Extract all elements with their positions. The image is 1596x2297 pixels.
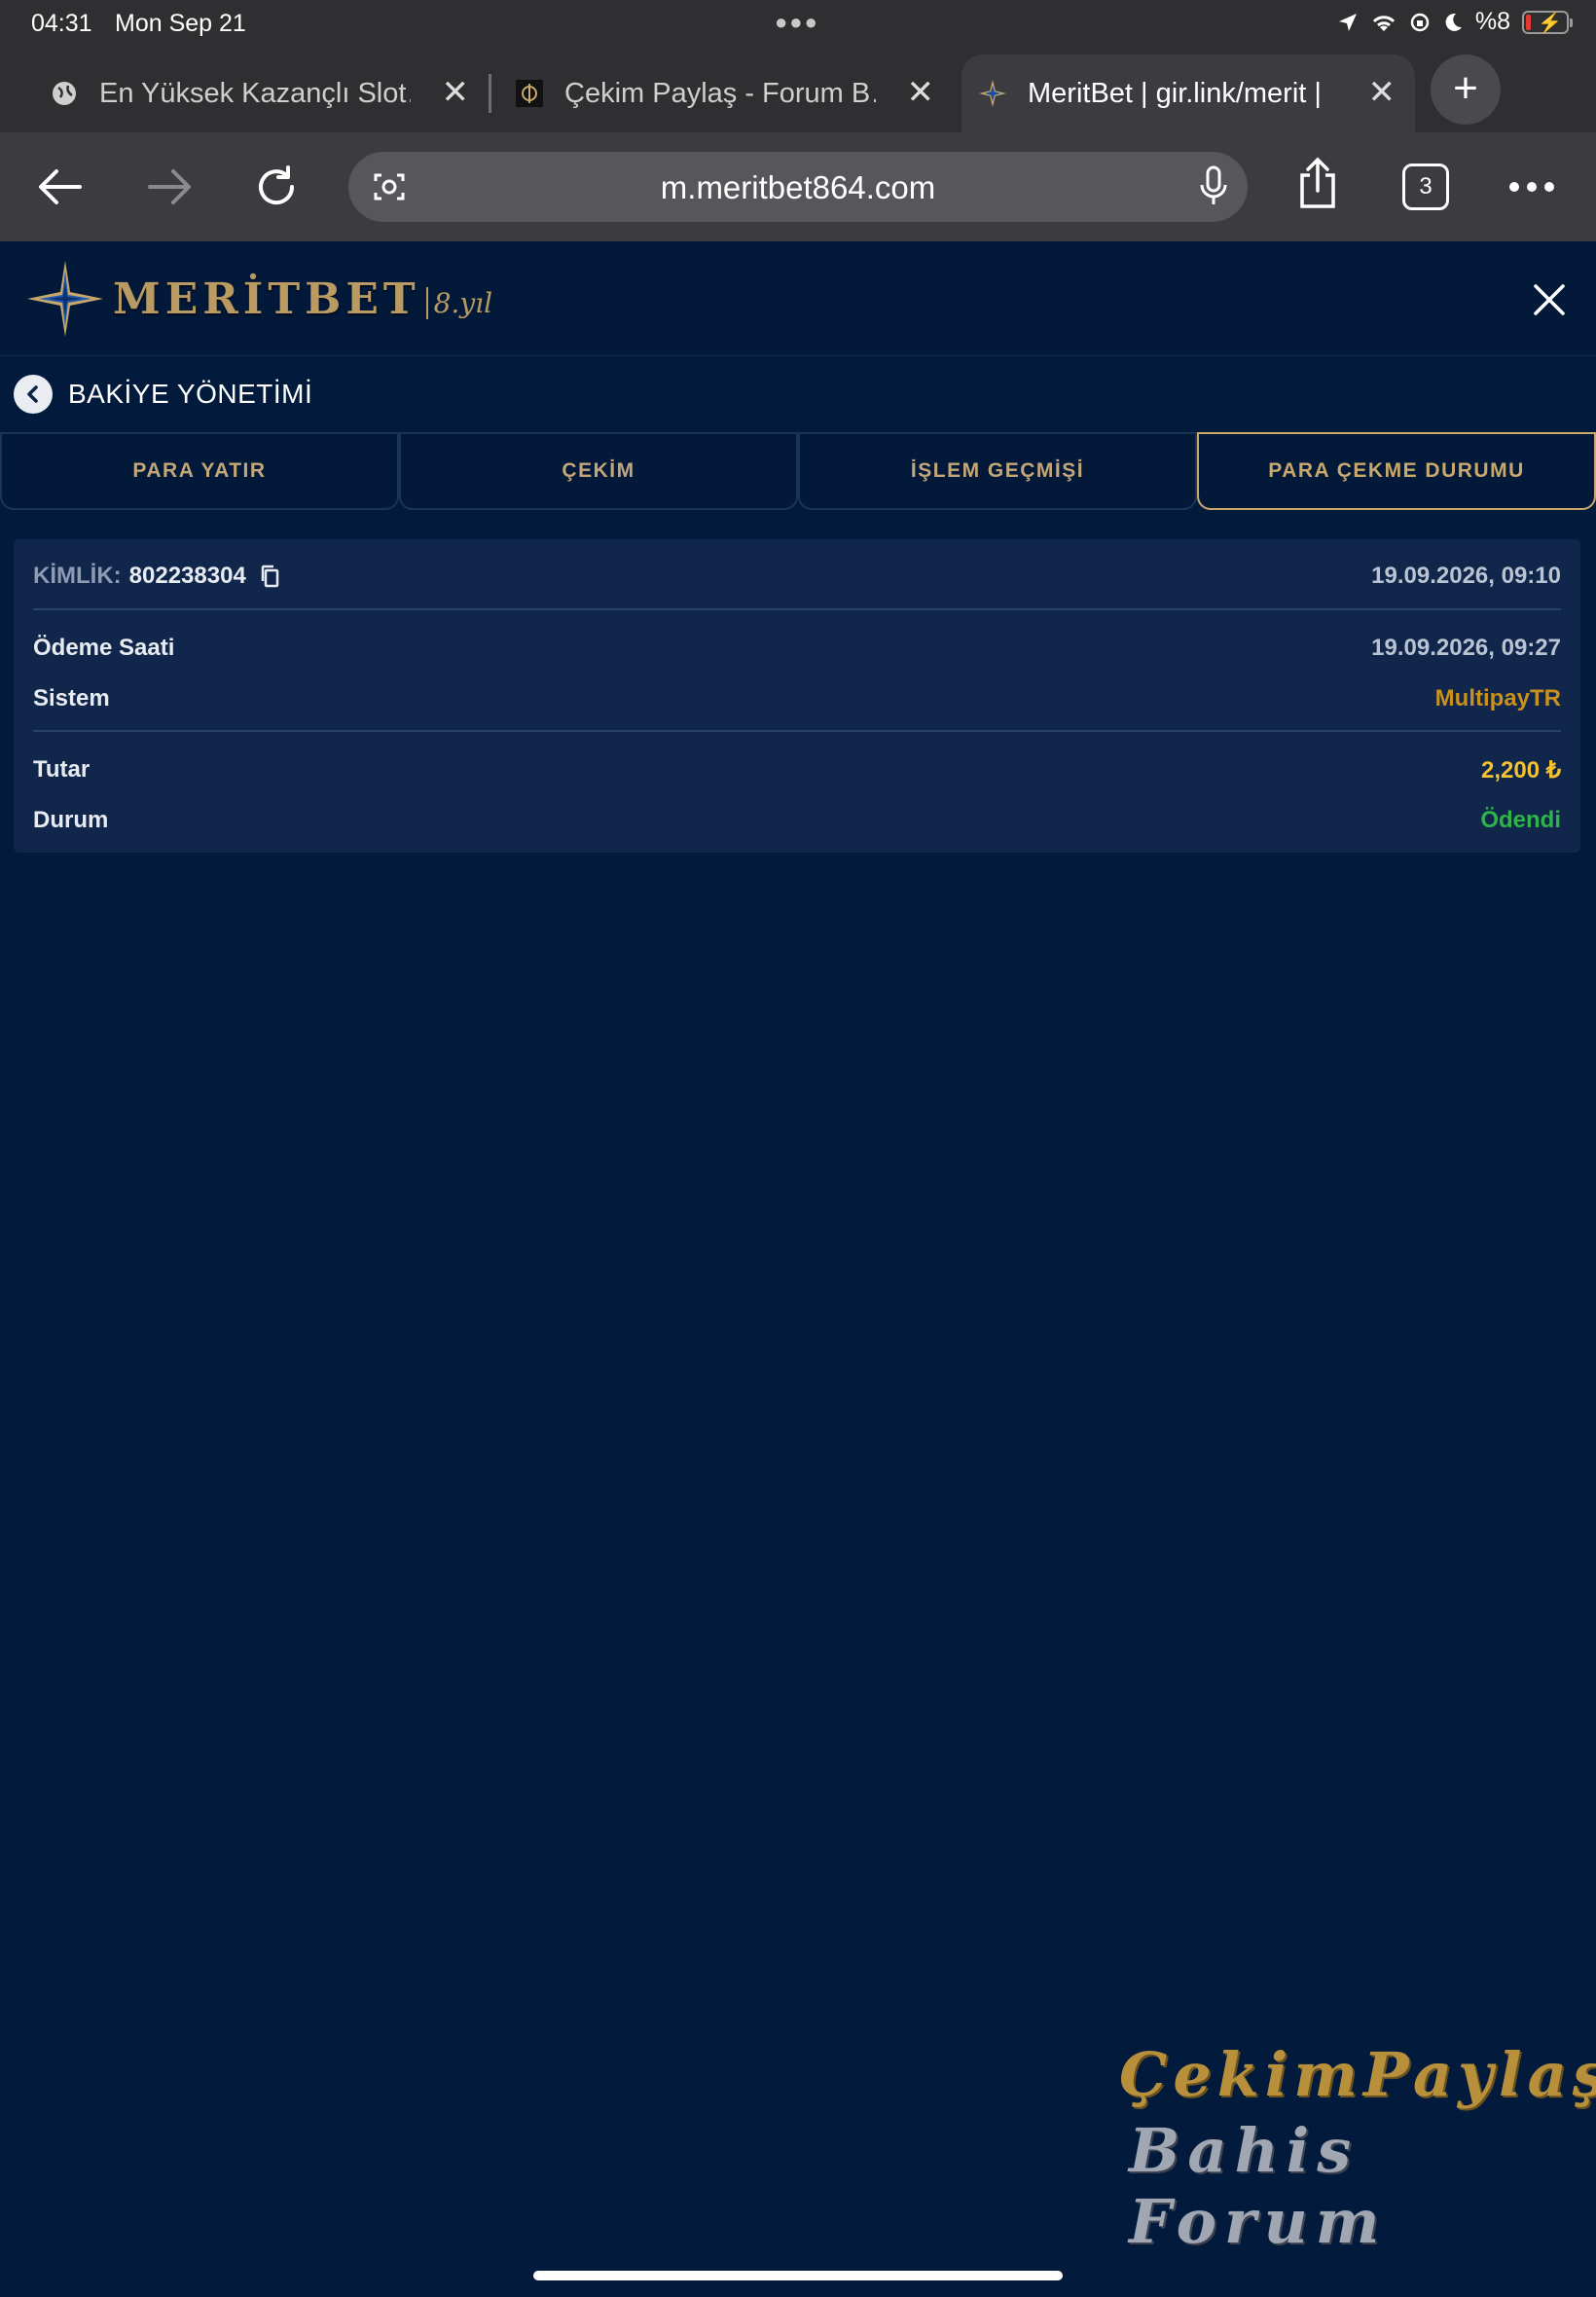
browser-tab-1[interactable]: En Yüksek Kazançlı Slot… ✕ [51,55,469,132]
payment-time-row: Ödeme Saati 19.09.2026, 09:27 [33,629,1561,668]
page-title: BAKİYE YÖNETİMİ [68,379,313,409]
watermark-line-1: ÇekimPaylaş [1119,2039,1596,2110]
close-icon[interactable] [1530,280,1569,319]
close-tab-icon[interactable]: ✕ [1368,76,1396,109]
forum-favicon [516,80,543,107]
battery-icon: ⚡ [1522,10,1573,34]
created-datetime: 19.09.2026, 09:10 [1371,563,1561,589]
payment-time-value: 19.09.2026, 09:27 [1371,635,1561,661]
meritbet-logo[interactable]: MERİTBET 8.yıl [27,261,492,337]
amount-row: Tutar 2,200 ₺ [33,750,1561,789]
home-indicator[interactable] [533,2271,1063,2280]
system-row: Sistem MultipayTR [33,679,1561,718]
system-value: MultipayTR [1434,685,1561,711]
amount-value: 2,200 ₺ [1481,756,1561,784]
status-date: Mon Sep 21 [115,10,246,37]
browser-tab-3-active[interactable]: MeritBet | gir.link/merit | ✕ [961,55,1415,132]
id-label: KİMLİK: [33,563,122,589]
record-id-row: KİMLİK: 802238304 19.09.2026, 09:10 [33,557,1561,596]
meritbet-favicon [979,80,1006,107]
share-icon[interactable] [1292,157,1343,208]
reload-icon[interactable] [251,162,302,212]
compass-star-icon [27,261,103,337]
divider [33,608,1561,610]
url-text: m.meritbet864.com [660,169,936,205]
new-tab-button[interactable]: + [1431,55,1501,125]
amount-label: Tutar [33,756,91,783]
status-value: Ödendi [1480,807,1561,833]
battery-percent: %8 [1474,8,1510,35]
id-value: 802238304 [128,563,246,589]
watermark-line-2: Bahis Forum [1129,2115,1388,2257]
browser-tab-2[interactable]: Çekim Paylaş - Forum B… ✕ [516,55,934,132]
tab-para-yatir[interactable]: PARA YATIR [0,432,399,510]
address-bar[interactable]: m.meritbet864.com [348,152,1248,222]
back-chevron-icon[interactable] [14,375,53,414]
tab-separator [489,74,491,113]
browser-tab-title: En Yüksek Kazançlı Slot… [99,77,411,109]
withdrawal-status-card: KİMLİK: 802238304 19.09.2026, 09:10 Ödem… [14,539,1580,853]
browser-tab-title: Çekim Paylaş - Forum B… [564,77,876,109]
status-bar: 04:31 Mon Sep 21 ●●● %8 ⚡ [0,0,1596,49]
orientation-lock-icon [1410,13,1430,31]
browser-tab-title: MeritBet | gir.link/merit | [1028,77,1322,109]
tab-islem-gecmisi[interactable]: İŞLEM GEÇMİŞİ [798,432,1197,510]
divider [33,730,1561,732]
more-options-icon[interactable] [1506,162,1557,212]
close-tab-icon[interactable]: ✕ [907,76,935,109]
status-time: 04:31 [31,10,92,37]
logo-wordmark: MERİTBET [113,273,420,324]
balance-tabs: PARA YATIR ÇEKİM İŞLEM GEÇMİŞİ PARA ÇEKM… [0,432,1596,510]
globe-icon [51,80,78,107]
status-icons: %8 ⚡ [1337,8,1573,36]
browser-toolbar: m.meritbet864.com 3 [0,132,1596,241]
moon-icon [1445,13,1462,31]
tab-count-button[interactable]: 3 [1402,164,1449,210]
close-tab-icon[interactable]: ✕ [442,76,470,109]
watermark-logo: ÇekimPaylaş Bahis Forum [1109,2039,1596,2257]
copy-icon[interactable] [260,565,281,588]
status-row: Durum Ödendi [33,801,1561,840]
tab-cekim[interactable]: ÇEKİM [399,432,798,510]
status-label: Durum [33,807,109,833]
tab-para-cekme-durumu[interactable]: PARA ÇEKME DURUMU [1197,432,1596,510]
payment-time-label: Ödeme Saati [33,635,175,661]
site-header: MERİTBET 8.yıl [0,241,1596,356]
page-title-bar: BAKİYE YÖNETİMİ [14,375,312,414]
browser-tab-strip: En Yüksek Kazançlı Slot… ✕ Çekim Paylaş … [0,49,1596,132]
microphone-icon[interactable] [1199,165,1228,213]
back-arrow-icon[interactable] [35,162,86,212]
wifi-icon [1372,15,1395,31]
logo-year: 8.yıl [425,286,492,319]
forward-arrow-icon[interactable] [144,162,195,212]
system-label: Sistem [33,685,110,711]
multitask-dots-icon[interactable]: ●●● [775,10,819,35]
location-arrow-icon [1338,13,1357,31]
